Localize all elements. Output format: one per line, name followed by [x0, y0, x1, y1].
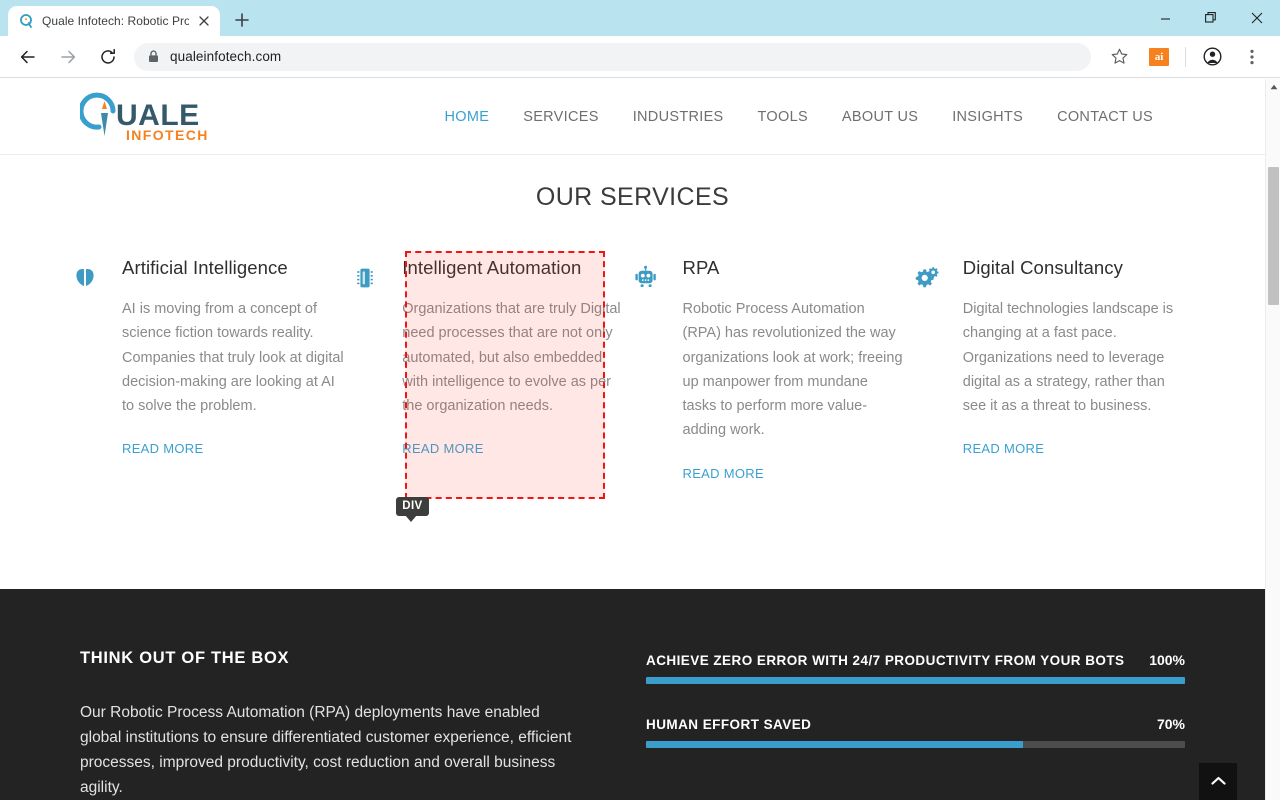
new-tab-button[interactable] — [228, 6, 256, 34]
nav-item-home[interactable]: HOME — [428, 109, 507, 125]
page-viewport: UALE INFOTECH HOME SERVICES INDUSTRIES T… — [0, 79, 1280, 800]
services-section: OUR SERVICES Artificial Intelligence AI … — [0, 155, 1265, 522]
stat-bar-human-effort-saved: HUMAN EFFORT SAVED 70% — [646, 716, 1185, 748]
reload-button[interactable] — [92, 41, 124, 73]
progress-fill — [646, 676, 1185, 684]
scrollbar-thumb[interactable] — [1268, 167, 1279, 305]
progress-fill — [646, 740, 1024, 748]
site-logo[interactable]: UALE INFOTECH — [80, 89, 210, 145]
stat-bar-header: HUMAN EFFORT SAVED 70% — [646, 716, 1185, 732]
think-out-of-the-box-section: THINK OUT OF THE BOX Our Robotic Process… — [0, 588, 1265, 800]
back-button[interactable] — [12, 41, 44, 73]
stat-bar-percent: 70% — [1156, 715, 1185, 732]
url-text: qualeinfotech.com — [170, 49, 282, 64]
extension-ai-label: ai — [1149, 47, 1169, 66]
star-icon[interactable] — [1103, 41, 1135, 73]
service-card-body: Intelligent Automation Organizations tha… — [402, 257, 624, 483]
tab-strip: Quale Infotech: Robotic Process A — [0, 0, 1142, 36]
stat-bar-header: ACHIEVE ZERO ERROR WITH 24/7 PRODUCTIVIT… — [646, 652, 1185, 668]
think-section-text: THINK OUT OF THE BOX Our Robotic Process… — [80, 649, 580, 800]
tab-close-icon[interactable] — [196, 13, 212, 29]
browser-titlebar: Quale Infotech: Robotic Process A — [0, 0, 1280, 36]
browser-tab[interactable]: Quale Infotech: Robotic Process A — [8, 6, 220, 36]
profile-avatar[interactable] — [1196, 41, 1228, 73]
browser-menu-button[interactable] — [1236, 41, 1268, 73]
service-card-body: Artificial Intelligence AI is moving fro… — [122, 257, 344, 483]
service-card-description: Organizations that are truly Digital nee… — [402, 301, 621, 415]
service-card-title: RPA — [682, 257, 720, 278]
page-scrollbar[interactable] — [1265, 79, 1280, 800]
tab-title: Quale Infotech: Robotic Process A — [42, 14, 189, 28]
maximize-restore-button[interactable] — [1188, 2, 1234, 34]
forward-button[interactable] — [52, 41, 84, 73]
think-section-heading: THINK OUT OF THE BOX — [80, 648, 290, 667]
progress-track — [646, 676, 1185, 684]
address-bar[interactable]: qualeinfotech.com — [134, 42, 1091, 71]
main-navigation: HOME SERVICES INDUSTRIES TOOLS ABOUT US … — [428, 109, 1265, 125]
stat-bar-percent: 100% — [1149, 651, 1185, 668]
site-header: UALE INFOTECH HOME SERVICES INDUSTRIES T… — [0, 79, 1265, 155]
svg-text:INFOTECH: INFOTECH — [126, 127, 209, 143]
nav-item-insights[interactable]: INSIGHTS — [935, 109, 1040, 125]
service-card-description: Robotic Process Automation (RPA) has rev… — [682, 301, 903, 439]
section-title-our-services: OUR SERVICES — [535, 183, 730, 211]
toolbar-divider — [1185, 46, 1186, 67]
service-card-description: Digital technologies landscape is changi… — [962, 301, 1174, 415]
chevron-up-icon — [1210, 773, 1226, 791]
read-more-link[interactable]: READ MORE — [683, 466, 764, 481]
robot-icon — [633, 257, 683, 483]
minimize-button[interactable] — [1142, 2, 1188, 34]
window-controls — [1142, 0, 1280, 36]
element-tag-badge: DIV — [396, 497, 429, 522]
service-card-title: Digital Consultancy — [962, 257, 1124, 278]
chip-icon — [352, 257, 402, 483]
brain-icon — [72, 257, 122, 483]
service-card-body: Digital Consultancy Digital technologies… — [963, 257, 1185, 483]
extension-ai-button[interactable]: ai — [1143, 41, 1175, 73]
nav-item-about-us[interactable]: ABOUT US — [825, 109, 935, 125]
lock-icon — [146, 50, 160, 64]
stat-bar-label: ACHIEVE ZERO ERROR WITH 24/7 PRODUCTIVIT… — [646, 652, 1125, 668]
service-card-rpa[interactable]: RPA Robotic Process Automation (RPA) has… — [633, 257, 913, 483]
statistics-bars: ACHIEVE ZERO ERROR WITH 24/7 PRODUCTIVIT… — [646, 649, 1185, 800]
browser-toolbar: qualeinfotech.com ai — [0, 36, 1280, 78]
read-more-link[interactable]: READ MORE — [963, 441, 1044, 456]
service-card-title: Artificial Intelligence — [122, 257, 288, 278]
nav-item-services[interactable]: SERVICES — [506, 109, 615, 125]
read-more-link[interactable]: READ MORE — [402, 441, 483, 456]
think-section-paragraph: Our Robotic Process Automation (RPA) dep… — [80, 703, 572, 796]
progress-track — [646, 740, 1185, 748]
nav-item-tools[interactable]: TOOLS — [741, 109, 825, 125]
stat-bar-label: HUMAN EFFORT SAVED — [646, 716, 812, 732]
service-card-digital-consultancy[interactable]: Digital Consultancy Digital technologies… — [913, 257, 1193, 483]
browser-window: Quale Infotech: Robotic Process A — [0, 0, 1280, 800]
service-card-description: AI is moving from a concept of science f… — [122, 301, 344, 415]
service-card-intelligent-automation[interactable]: Intelligent Automation Organizations tha… — [352, 251, 632, 522]
read-more-link[interactable]: READ MORE — [122, 441, 203, 456]
page-content: UALE INFOTECH HOME SERVICES INDUSTRIES T… — [0, 79, 1265, 800]
service-card-body: RPA Robotic Process Automation (RPA) has… — [683, 257, 905, 483]
close-window-button[interactable] — [1234, 2, 1280, 34]
gears-icon — [913, 257, 963, 483]
scrollbar-up-arrow[interactable] — [1266, 79, 1280, 95]
nav-item-industries[interactable]: INDUSTRIES — [616, 109, 741, 125]
service-card-title: Intelligent Automation — [402, 257, 582, 278]
think-section-inner: THINK OUT OF THE BOX Our Robotic Process… — [80, 649, 1185, 800]
stat-bar-zero-error: ACHIEVE ZERO ERROR WITH 24/7 PRODUCTIVIT… — [646, 652, 1185, 684]
nav-item-contact-us[interactable]: CONTACT US — [1040, 109, 1170, 125]
service-card-artificial-intelligence[interactable]: Artificial Intelligence AI is moving fro… — [72, 257, 352, 483]
service-cards: Artificial Intelligence AI is moving fro… — [0, 251, 1265, 522]
scroll-to-top-button[interactable] — [1199, 763, 1237, 800]
quale-favicon-icon — [19, 13, 35, 29]
